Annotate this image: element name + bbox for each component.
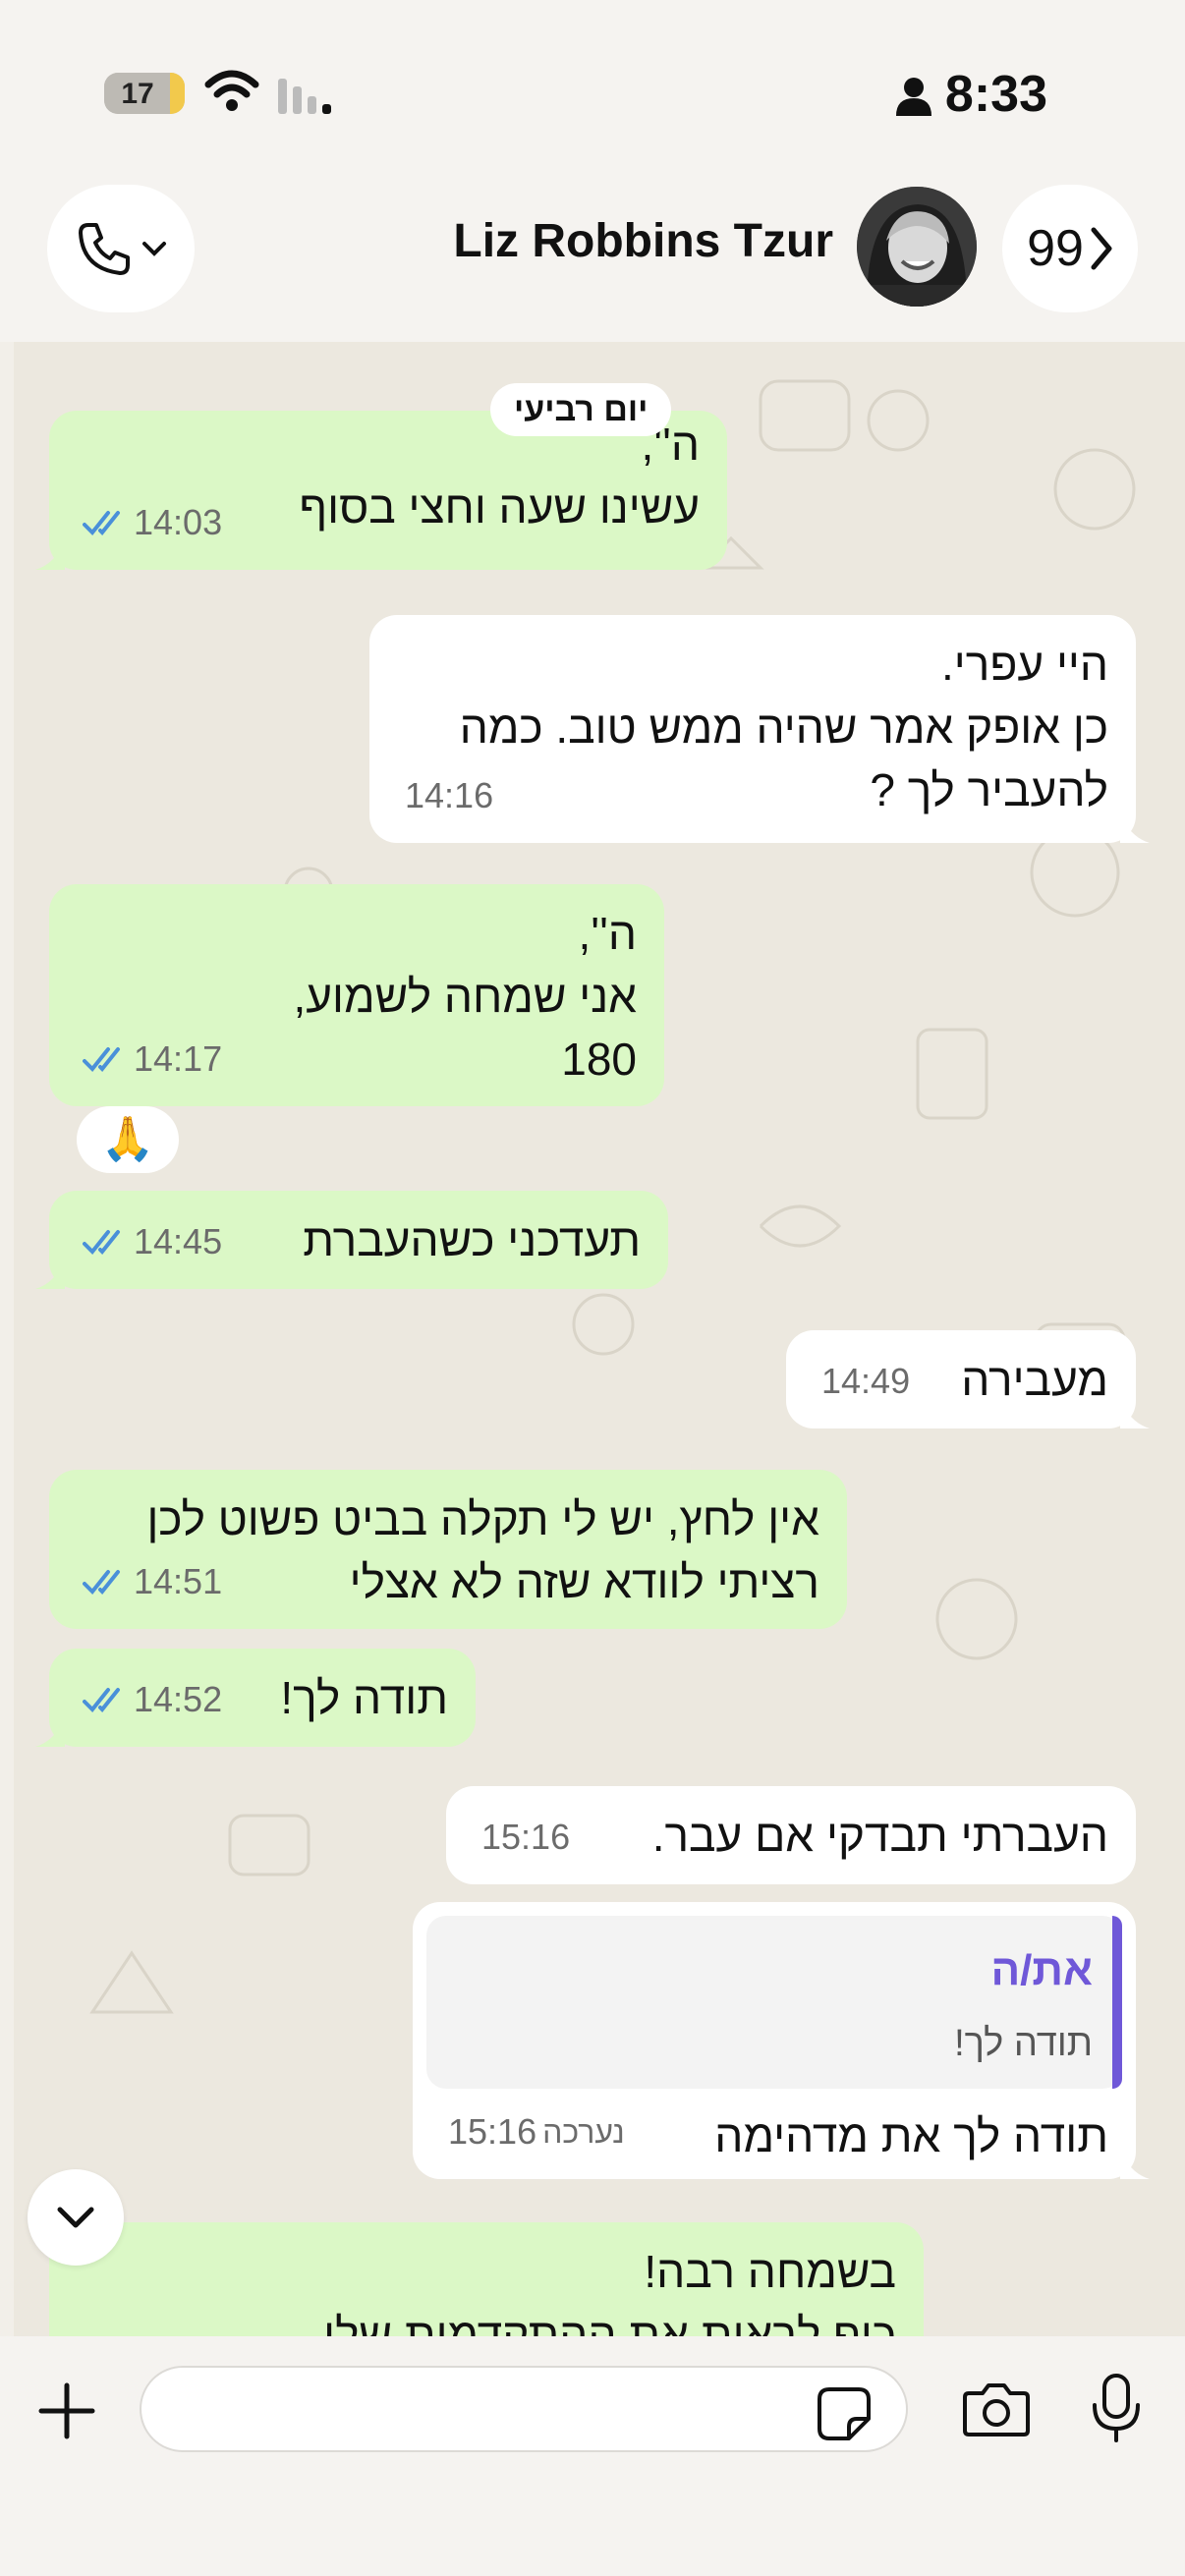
wifi-icon [204, 70, 259, 111]
message-meta: 15:16 נערכה [448, 2100, 625, 2163]
message-bubble-outgoing[interactable]: אין לחץ, יש לי תקלה בביט פשוט לכן רציתי … [49, 1470, 847, 1629]
message-text: היי עפרי. כן אופק אמר שהיה ממש טוב. כמה … [459, 639, 1108, 815]
message-bubble-incoming[interactable]: העברתי תבדקי אם עבר. 15:16 [446, 1786, 1136, 1884]
message-list[interactable]: יום רביעי ה'', עשינו שעה וחצי בסוף 14:03… [14, 342, 1185, 2336]
cellular-signal-icon [278, 79, 331, 114]
message-bubble-incoming[interactable]: מעבירה 14:49 [786, 1330, 1150, 1428]
battery-icon: 17 [104, 73, 185, 114]
scroll-to-bottom-button[interactable] [28, 2169, 124, 2266]
quote-accent-bar [1112, 1916, 1122, 2089]
message-bubble-incoming[interactable]: היי עפרי. כן אופק אמר שהיה ממש טוב. כמה … [369, 615, 1150, 843]
status-bar: 17 8:33 [0, 0, 1185, 167]
message-time: 15:16 [448, 2111, 537, 2152]
message-composer [0, 2336, 1185, 2576]
sticker-icon[interactable] [816, 2385, 873, 2442]
message-meta: 14:16 [405, 764, 493, 827]
clock: 8:33 [944, 66, 1047, 123]
reaction-badge[interactable]: 🙏 [77, 1106, 179, 1173]
quoted-text: תודה לך! [954, 2023, 1093, 2064]
chevron-down-icon [57, 2207, 94, 2228]
message-meta: 15:16 [481, 1806, 570, 1869]
message-time: 14:03 [134, 502, 223, 542]
unread-count: 99 [1027, 220, 1084, 277]
back-button[interactable]: 99 [1002, 185, 1138, 312]
message-meta: 14:49 [821, 1350, 910, 1413]
message-time: 14:51 [134, 1561, 223, 1601]
day-separator: יום רביעי [490, 383, 672, 436]
camera-icon[interactable] [961, 2380, 1032, 2438]
message-time: 15:16 [481, 1817, 571, 1857]
message-time: 14:45 [134, 1221, 223, 1261]
double-check-read-icon [83, 511, 120, 535]
message-bubble-outgoing[interactable]: בשמחה רבה! כיף לראות את ההתקדמות שלו [49, 2222, 924, 2336]
message-meta: 14:51 [83, 1550, 222, 1613]
double-check-read-icon [83, 1230, 120, 1255]
message-bubble-outgoing[interactable]: תעדכני כשהעברת 14:45 [35, 1191, 668, 1289]
quoted-message[interactable]: את/ה תודה לך! [426, 1916, 1122, 2089]
plus-icon[interactable] [35, 2380, 98, 2442]
phone-icon [79, 223, 130, 275]
message-time: 14:49 [821, 1361, 911, 1401]
message-meta: 14:45 [83, 1210, 222, 1273]
chevron-down-icon [142, 242, 166, 256]
quoted-author: את/ה [990, 1946, 1093, 1994]
message-bubble-incoming-reply[interactable]: את/ה תודה לך! תודה לך את מדהימה 15:16 נע… [413, 1902, 1150, 2179]
call-button[interactable] [47, 185, 195, 312]
message-meta: 14:17 [83, 1028, 222, 1091]
message-bubble-outgoing[interactable]: תודה לך! 14:52 [35, 1649, 476, 1747]
message-text: בשמחה רבה! כיף לראות את ההתקדמות שלו [323, 2246, 896, 2336]
message-time: 14:16 [405, 775, 494, 815]
battery-level: 17 [121, 78, 154, 110]
edited-label: נערכה [542, 2114, 625, 2150]
microphone-icon[interactable] [1091, 2372, 1142, 2444]
message-meta: 14:03 [83, 491, 222, 554]
avatar[interactable] [857, 187, 977, 307]
chevron-right-icon [1091, 227, 1112, 270]
contact-name[interactable]: Liz Robbins Tzur [453, 214, 833, 268]
message-input[interactable] [140, 2366, 908, 2452]
person-icon [896, 78, 931, 116]
message-bubble-outgoing[interactable]: ה'', אני שמחה לשמוע, 180 14:17 [49, 884, 664, 1106]
message-time: 14:17 [134, 1038, 223, 1079]
double-check-read-icon [83, 1688, 120, 1712]
double-check-read-icon [83, 1570, 120, 1595]
message-meta: 14:52 [83, 1668, 222, 1731]
double-check-read-icon [83, 1047, 120, 1072]
message-time: 14:52 [134, 1679, 223, 1719]
chat-header: Liz Robbins Tzur 99 [0, 167, 1185, 342]
